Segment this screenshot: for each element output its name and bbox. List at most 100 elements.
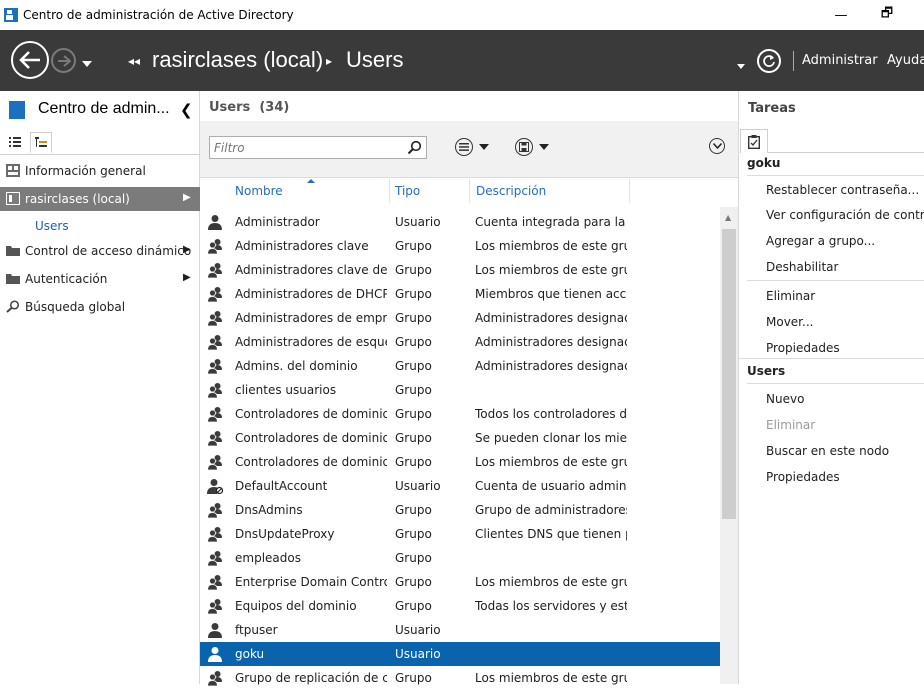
grid-header: Nombre Tipo Descripción [200, 179, 738, 204]
table-row[interactable]: Grupo de replicación de c... Grupo Los mie… [200, 666, 720, 690]
cell-name: Administradores clave [235, 239, 369, 253]
cell-name: Admins. del dominio [235, 359, 358, 373]
save-query-button[interactable] [515, 137, 549, 157]
cell-type: Usuario [395, 623, 441, 637]
column-separator[interactable] [629, 179, 630, 203]
minimize-button[interactable]: — [818, 0, 864, 30]
cell-name: Controladores de dominio... [235, 431, 387, 445]
nav-informacion-general[interactable]: Información general [0, 159, 200, 183]
refresh-button[interactable] [757, 49, 781, 73]
nav-control-acceso-dinamico[interactable]: Control de acceso dinámico ▶ [0, 239, 200, 263]
table-row[interactable]: DnsUpdateProxy Grupo Clientes DNS que tien… [200, 522, 720, 546]
scrollbar-thumb[interactable] [722, 229, 736, 519]
cell-description: Los miembros de este gru... [475, 575, 627, 589]
expand-arrow-icon[interactable]: ▶ [183, 192, 191, 203]
task-add-to-group[interactable]: Agregar a grupo... [766, 234, 875, 248]
column-descripcion[interactable]: Descripción [476, 184, 546, 198]
task-search-node[interactable]: Buscar en este nodo [766, 444, 889, 458]
table-row[interactable]: Administradores de empre... Grupo Administ… [200, 306, 720, 330]
navigation-bar: ◂◂ rasirclases (local) ▸ Users Administr… [0, 30, 924, 91]
table-row[interactable]: Administradores de esque... Grupo Administ… [200, 330, 720, 354]
table-row[interactable]: Enterprise Domain Control... Grupo Los mie… [200, 570, 720, 594]
table-row[interactable]: Controladores de dominio... Grupo Los miem… [200, 450, 720, 474]
view-options-button[interactable] [455, 137, 489, 157]
filter-box [209, 136, 427, 159]
tasks-section-container: Users [747, 364, 786, 378]
table-row[interactable]: Admins. del dominio Grupo Administradores … [200, 354, 720, 378]
nav-busqueda-global[interactable]: Búsqueda global [0, 295, 200, 319]
scroll-up-icon[interactable]: ▲ [725, 213, 731, 222]
sort-ascending-icon [307, 179, 315, 183]
table-row[interactable]: DefaultAccount Usuario Cuenta de usuario a… [200, 474, 720, 498]
column-nombre[interactable]: Nombre [235, 184, 283, 198]
breadcrumb-domain[interactable]: rasirclases (local) [152, 47, 323, 73]
cell-name: DnsUpdateProxy [235, 527, 335, 541]
nav-rasirclases-local[interactable]: rasirclases (local) ▶ [0, 187, 200, 211]
expand-arrow-icon[interactable]: ▶ [183, 244, 191, 255]
menu-administrar[interactable]: Administrar [802, 53, 878, 68]
folder-icon [6, 246, 20, 256]
table-row[interactable]: Administrador Usuario Cuenta integrada par… [200, 210, 720, 234]
vertical-scrollbar[interactable]: ▲ [720, 207, 738, 684]
search-icon[interactable] [407, 140, 422, 155]
back-button[interactable] [11, 41, 49, 79]
table-row[interactable]: Controladores de dominio... Grupo Se puede… [200, 426, 720, 450]
tasks-tab[interactable] [740, 129, 768, 153]
column-separator[interactable] [389, 179, 390, 203]
table-row[interactable]: empleados Grupo [200, 546, 720, 570]
table-row[interactable]: Administradores de DHCP Grupo Miembros que… [200, 282, 720, 306]
collapse-pane-button[interactable]: ❮ [180, 101, 193, 119]
maximize-button[interactable]: 🗗 [864, 0, 910, 30]
task-reset-password[interactable]: Restablecer contraseña... [766, 183, 919, 197]
nav-divider [793, 51, 794, 71]
table-row[interactable]: Controladores de dominio Grupo Todos los c… [200, 402, 720, 426]
tasks-section-selected: goku [747, 156, 781, 170]
nav-autenticacion[interactable]: Autenticación ▶ [0, 267, 200, 291]
breadcrumb-overflow[interactable]: ◂◂ [128, 54, 140, 68]
tasks-pane: Tareas goku Restablecer contraseña... Ve… [738, 91, 924, 684]
cell-name: empleados [235, 551, 301, 565]
expand-filter-button[interactable] [709, 138, 725, 154]
group-icon [207, 526, 223, 543]
list-view-tab[interactable] [4, 132, 26, 153]
divider [747, 383, 924, 384]
chevron-down-icon [737, 64, 745, 69]
list-icon [9, 137, 21, 147]
group-icon [207, 334, 223, 351]
menu-ayuda[interactable]: Ayuda [887, 53, 924, 68]
window-title: Centro de administración de Active Direc… [23, 8, 294, 22]
task-view-password-settings[interactable]: Ver configuración de contrase [766, 208, 924, 222]
table-row[interactable]: DnsAdmins Grupo Grupo de administradores..… [200, 498, 720, 522]
breadcrumb-users[interactable]: Users [346, 47, 403, 73]
group-icon [207, 550, 223, 567]
table-row[interactable]: goku Usuario [200, 642, 720, 666]
nav-users[interactable]: Users [35, 219, 69, 233]
task-move[interactable]: Mover... [766, 315, 813, 329]
arrow-right-icon [57, 54, 71, 67]
task-delete[interactable]: Eliminar [766, 289, 815, 303]
expand-arrow-icon[interactable]: ▶ [183, 272, 191, 283]
clipboard-icon [748, 134, 760, 149]
column-separator[interactable] [469, 179, 470, 203]
forward-button[interactable] [51, 48, 76, 73]
cell-type: Grupo [395, 359, 432, 373]
tree-view-tab[interactable] [30, 132, 52, 153]
table-row[interactable]: Administradores clave Grupo Los miembros d… [200, 234, 720, 258]
group-icon [207, 382, 223, 399]
table-row[interactable]: Equipos del dominio Grupo Todas los servid… [200, 594, 720, 618]
table-row[interactable]: Administradores clave de l... Grupo Los mi… [200, 258, 720, 282]
task-container-properties[interactable]: Propiedades [766, 470, 840, 484]
task-disable[interactable]: Deshabilitar [766, 260, 838, 274]
group-icon [207, 238, 223, 255]
history-dropdown[interactable] [82, 56, 92, 70]
table-row[interactable]: clientes usuarios Grupo [200, 378, 720, 402]
cell-description: Cuenta de usuario adminis... [475, 479, 627, 493]
task-new[interactable]: Nuevo [766, 392, 804, 406]
table-row[interactable]: ftpuser Usuario [200, 618, 720, 642]
filter-input[interactable] [210, 137, 400, 158]
nav-dropdown[interactable] [737, 58, 745, 72]
column-tipo[interactable]: Tipo [395, 184, 420, 198]
group-icon [207, 502, 223, 519]
task-properties[interactable]: Propiedades [766, 341, 840, 355]
cell-type: Grupo [395, 287, 432, 301]
